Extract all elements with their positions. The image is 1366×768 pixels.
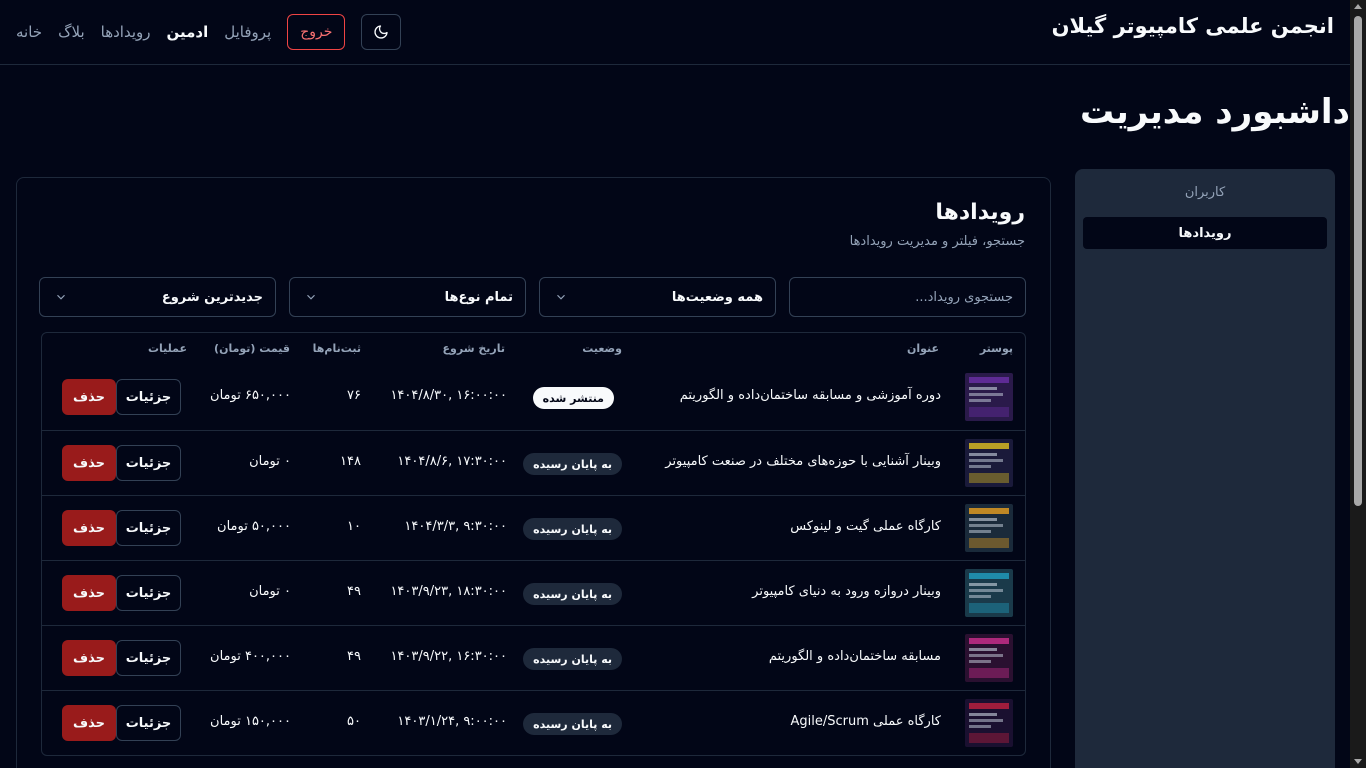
scroll-up-arrow-icon[interactable] bbox=[1354, 4, 1362, 9]
event-price: ۵۰,۰۰۰ تومان bbox=[217, 519, 291, 534]
chevron-down-icon bbox=[307, 294, 315, 300]
status-badge: به پایان رسیده bbox=[523, 583, 622, 605]
event-title[interactable]: کارگاه عملی گیت و لینوکس bbox=[790, 519, 941, 534]
details-button[interactable]: جزئیات bbox=[116, 379, 181, 415]
search-input[interactable] bbox=[802, 289, 1013, 305]
type-filter-value: تمام نوع‌ها bbox=[444, 289, 513, 305]
event-poster-image bbox=[965, 699, 1013, 747]
event-title[interactable]: وبینار آشنایی با حوزه‌های مختلف در صنعت … bbox=[665, 454, 941, 469]
event-poster-image bbox=[965, 504, 1013, 552]
event-title[interactable]: کارگاه عملی Agile/Scrum bbox=[791, 714, 941, 729]
table-row: مسابقه ساختمان‌داده و الگوریتم به پایان … bbox=[42, 625, 1025, 690]
scroll-down-arrow-icon[interactable] bbox=[1354, 759, 1362, 764]
delete-button[interactable]: حذف bbox=[62, 379, 116, 415]
nav-blog[interactable]: بلاگ bbox=[58, 23, 85, 41]
events-card: رویدادها جستجو، فیلتر و مدیریت رویدادها … bbox=[16, 177, 1051, 768]
event-registrations: ۵۰ bbox=[347, 714, 361, 729]
admin-sidebar: کاربران رویدادها bbox=[1075, 169, 1335, 768]
status-filter-select[interactable]: همه وضعیت‌ها bbox=[539, 277, 776, 317]
event-start-date: ۱۷:۳۰:۰۰ ,۱۴۰۴/۸/۶ bbox=[397, 454, 507, 469]
col-header-registrations: ثبت‌نام‌ها bbox=[312, 342, 361, 355]
details-button[interactable]: جزئیات bbox=[116, 445, 181, 481]
page-title: داشبورد مدیریت bbox=[1080, 92, 1350, 132]
col-header-title: عنوان bbox=[906, 342, 939, 355]
page-scrollbar[interactable] bbox=[1350, 0, 1366, 768]
col-header-poster: پوستر bbox=[979, 342, 1013, 355]
sort-select[interactable]: جدیدترین شروع bbox=[39, 277, 276, 317]
card-subtitle: جستجو، فیلتر و مدیریت رویدادها bbox=[849, 234, 1025, 249]
event-registrations: ۴۹ bbox=[347, 649, 361, 664]
nav-events[interactable]: رویدادها bbox=[101, 23, 151, 41]
event-poster-image bbox=[965, 634, 1013, 682]
event-poster-image bbox=[965, 439, 1013, 487]
delete-button[interactable]: حذف bbox=[62, 705, 116, 741]
sort-value: جدیدترین شروع bbox=[161, 289, 263, 305]
delete-button[interactable]: حذف bbox=[62, 510, 116, 546]
table-row: کارگاه عملی Agile/Scrum به پایان رسیده ۹… bbox=[42, 690, 1025, 755]
sidebar-item-events[interactable]: رویدادها bbox=[1083, 217, 1327, 249]
site-brand[interactable]: انجمن علمی کامپیوتر گیلان bbox=[1052, 14, 1334, 38]
status-badge: به پایان رسیده bbox=[523, 453, 622, 475]
chevron-down-icon bbox=[57, 294, 65, 300]
event-price: ۰ تومان bbox=[249, 584, 291, 599]
nav-admin[interactable]: ادمین bbox=[167, 23, 209, 41]
event-registrations: ۱۴۸ bbox=[340, 454, 361, 469]
details-button[interactable]: جزئیات bbox=[116, 640, 181, 676]
delete-button[interactable]: حذف bbox=[62, 445, 116, 481]
top-nav: خروج پروفایل ادمین رویدادها بلاگ خانه bbox=[16, 14, 402, 50]
col-header-actions: عملیات bbox=[147, 342, 187, 355]
status-badge: منتشر شده bbox=[532, 387, 614, 409]
status-badge: به پایان رسیده bbox=[523, 713, 622, 735]
event-poster-image bbox=[965, 569, 1013, 617]
event-title[interactable]: وبینار دروازه ورود به دنیای کامپیوتر bbox=[752, 584, 941, 599]
event-start-date: ۹:۳۰:۰۰ ,۱۴۰۴/۳/۳ bbox=[404, 519, 507, 534]
table-row: کارگاه عملی گیت و لینوکس به پایان رسیده … bbox=[42, 495, 1025, 560]
top-header: انجمن علمی کامپیوتر گیلان خروج پروفایل ا… bbox=[0, 0, 1350, 65]
col-header-start: تاریخ شروع bbox=[442, 342, 506, 355]
nav-profile[interactable]: پروفایل bbox=[224, 23, 271, 41]
event-start-date: ۱۶:۰۰:۰۰ ,۱۴۰۴/۸/۳۰ bbox=[390, 388, 507, 403]
table-row: دوره آموزشی و مسابقه ساختمان‌داده و الگو… bbox=[42, 365, 1025, 430]
event-start-date: ۱۶:۳۰:۰۰ ,۱۴۰۳/۹/۲۲ bbox=[390, 649, 507, 664]
col-header-status: وضعیت bbox=[582, 342, 622, 355]
event-title[interactable]: مسابقه ساختمان‌داده و الگوریتم bbox=[769, 649, 941, 664]
scrollbar-thumb[interactable] bbox=[1354, 16, 1362, 506]
delete-button[interactable]: حذف bbox=[62, 575, 116, 611]
card-title: رویدادها bbox=[935, 200, 1025, 225]
event-title[interactable]: دوره آموزشی و مسابقه ساختمان‌داده و الگو… bbox=[680, 388, 941, 403]
event-start-date: ۹:۰۰:۰۰ ,۱۴۰۳/۱/۲۴ bbox=[397, 714, 507, 729]
event-price: ۱۵۰,۰۰۰ تومان bbox=[210, 714, 291, 729]
event-price: ۰ تومان bbox=[249, 454, 291, 469]
status-filter-value: همه وضعیت‌ها bbox=[671, 289, 763, 305]
event-registrations: ۱۰ bbox=[347, 519, 361, 534]
table-row: وبینار دروازه ورود به دنیای کامپیوتر به … bbox=[42, 560, 1025, 625]
events-table: پوستر عنوان وضعیت تاریخ شروع ثبت‌نام‌ها … bbox=[41, 332, 1026, 756]
logout-button[interactable]: خروج bbox=[287, 14, 346, 50]
sidebar-item-users[interactable]: کاربران bbox=[1083, 176, 1327, 208]
details-button[interactable]: جزئیات bbox=[116, 575, 181, 611]
status-badge: به پایان رسیده bbox=[523, 648, 622, 670]
event-start-date: ۱۸:۳۰:۰۰ ,۱۴۰۳/۹/۲۳ bbox=[390, 584, 507, 599]
details-button[interactable]: جزئیات bbox=[116, 705, 181, 741]
status-badge: به پایان رسیده bbox=[523, 518, 622, 540]
table-row: وبینار آشنایی با حوزه‌های مختلف در صنعت … bbox=[42, 430, 1025, 495]
event-poster-image bbox=[965, 373, 1013, 421]
search-field[interactable] bbox=[789, 277, 1026, 317]
nav-home[interactable]: خانه bbox=[16, 23, 42, 41]
col-header-price: قیمت (تومان) bbox=[214, 342, 290, 355]
event-registrations: ۴۹ bbox=[347, 584, 361, 599]
details-button[interactable]: جزئیات bbox=[116, 510, 181, 546]
event-registrations: ۷۶ bbox=[347, 388, 361, 403]
chevron-down-icon bbox=[557, 294, 565, 300]
event-price: ۴۰۰,۰۰۰ تومان bbox=[210, 649, 291, 664]
type-filter-select[interactable]: تمام نوع‌ها bbox=[289, 277, 526, 317]
theme-toggle-button[interactable] bbox=[361, 14, 402, 50]
delete-button[interactable]: حذف bbox=[62, 640, 116, 676]
moon-icon bbox=[374, 25, 389, 39]
event-price: ۶۵۰,۰۰۰ تومان bbox=[210, 388, 291, 403]
